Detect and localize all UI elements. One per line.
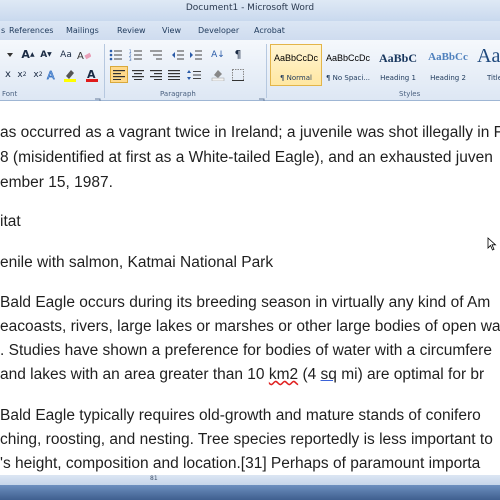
bullets-icon[interactable]	[108, 47, 124, 62]
style-title[interactable]: Aa Title	[472, 44, 500, 86]
style-sample: AaBbC	[378, 51, 417, 65]
tab-review[interactable]: Review	[117, 26, 146, 35]
doc-line: 's height, composition and location.[31]…	[0, 455, 480, 473]
title-bar: Document1 - Microsoft Word	[0, 0, 500, 21]
doc-line: . Studies have shown a preference for bo…	[0, 342, 492, 360]
mouse-cursor-icon	[487, 236, 497, 255]
paragraph-group-label: Paragraph	[160, 90, 196, 98]
tab-developer[interactable]: Developer	[198, 26, 239, 35]
doc-line: 8 (misidentified at first as a White-tai…	[0, 149, 493, 167]
text-run: . Studies have shown a preference for bo…	[0, 342, 492, 359]
spelling-error[interactable]: km2	[269, 366, 298, 383]
multilevel-list-icon[interactable]	[148, 47, 164, 62]
text-run: itat	[0, 213, 21, 230]
ribbon-tabs: s References Mailings Review View Develo…	[0, 21, 500, 41]
doc-line: itat	[0, 213, 21, 231]
borders-icon[interactable]	[230, 67, 246, 82]
tab-mailings[interactable]: Mailings	[66, 26, 99, 35]
grow-font-icon[interactable]: A ▲	[20, 47, 36, 62]
align-left-icon[interactable]	[110, 66, 128, 83]
doc-line: as occurred as a vagrant twice in Irelan…	[0, 124, 500, 142]
font-group-label: Font	[2, 90, 18, 98]
tab-insert[interactable]: s	[1, 26, 5, 35]
document-page[interactable]: as occurred as a vagrant twice in Irelan…	[0, 101, 500, 475]
text-run: as occurred as a vagrant twice in Irelan…	[0, 124, 500, 141]
grammar-flag[interactable]: sq	[321, 366, 337, 383]
style-sample: Aa	[477, 45, 500, 67]
ribbon: A ▲ A ▼ Aa A x x2 x2 A A Font 123 A↓ ¶ P…	[0, 40, 500, 104]
text-run: mi) are optimal for br	[336, 366, 485, 383]
style-sample: AaBbCcDc	[273, 53, 318, 63]
text-run: Bald Eagle occurs during its breeding se…	[0, 294, 491, 311]
style-sample: AaBbCcDc	[325, 53, 370, 63]
doc-line: Bald Eagle typically requires old-growth…	[0, 407, 481, 425]
justify-icon[interactable]	[166, 67, 182, 82]
paragraph-dialog-launcher-icon[interactable]	[258, 90, 265, 104]
svg-text:A: A	[47, 69, 55, 81]
sort-icon[interactable]: A↓	[210, 47, 226, 62]
style-name: ¶ Normal	[279, 74, 312, 82]
subscript-icon[interactable]: x2	[14, 67, 30, 82]
font-size-dropdown-icon[interactable]	[2, 47, 18, 62]
text-run: ember 15, 1987.	[0, 174, 113, 191]
style-sample: AaBbCc	[428, 51, 468, 63]
line-spacing-icon[interactable]	[186, 67, 202, 82]
align-right-icon[interactable]	[148, 67, 164, 82]
shading-icon[interactable]	[210, 67, 226, 82]
change-case-icon[interactable]: Aa	[58, 47, 74, 62]
text-run: 's height, composition and location.[31]…	[0, 455, 481, 472]
group-divider	[266, 44, 267, 98]
doc-line: and lakes with an area greater than 10 k…	[0, 366, 484, 384]
align-center-icon[interactable]	[130, 67, 146, 82]
doc-line: eacoasts, rivers, large lakes or marshes…	[0, 318, 500, 336]
status-bar: 81	[0, 475, 500, 485]
decrease-indent-icon[interactable]	[170, 47, 186, 62]
taskbar	[0, 485, 500, 500]
text-run: eacoasts, rivers, large lakes or marshes…	[0, 318, 500, 335]
svg-text:3: 3	[129, 57, 132, 61]
group-divider	[104, 44, 105, 98]
doc-line: enile with salmon, Katmai National Park	[0, 254, 273, 272]
style-name: Heading 2	[430, 74, 466, 82]
text-run: enile with salmon, Katmai National Park	[0, 254, 274, 271]
style-normal[interactable]: AaBbCcDc ¶ Normal	[270, 44, 322, 86]
styles-group-label: Styles	[399, 90, 421, 98]
doc-line: ching, roosting, and nesting. Tree speci…	[0, 431, 493, 449]
style-no-spacing[interactable]: AaBbCcDc ¶ No Spaci...	[322, 44, 374, 86]
numbering-icon[interactable]: 123	[128, 47, 144, 62]
show-formatting-marks-icon[interactable]: ¶	[230, 47, 246, 62]
style-heading-2[interactable]: AaBbCc Heading 2	[422, 44, 474, 86]
window-title: Document1 - Microsoft Word	[185, 3, 315, 13]
doc-line: ember 15, 1987.	[0, 174, 113, 192]
tab-acrobat[interactable]: Acrobat	[254, 26, 285, 35]
text-run: 8 (misidentified at first as a White-tai…	[0, 149, 493, 166]
tab-view[interactable]: View	[162, 26, 181, 35]
text-run: ching, roosting, and nesting. Tree speci…	[0, 431, 493, 448]
shrink-font-icon[interactable]: A ▼	[38, 47, 54, 62]
increase-indent-icon[interactable]	[188, 47, 204, 62]
font-dialog-launcher-icon[interactable]	[94, 90, 101, 104]
text-run: and lakes with an area greater than 10	[0, 366, 269, 383]
style-heading-1[interactable]: AaBbC Heading 1	[372, 44, 424, 86]
style-name: Heading 1	[380, 74, 416, 82]
text-run: Bald Eagle typically requires old-growth…	[0, 407, 481, 424]
clear-formatting-icon[interactable]: A	[76, 47, 92, 62]
style-name: ¶ No Spaci...	[325, 74, 371, 82]
text-effects-icon[interactable]: A	[44, 67, 60, 82]
svg-text:A: A	[77, 51, 84, 61]
doc-line: Bald Eagle occurs during its breeding se…	[0, 294, 490, 312]
font-color-icon[interactable]: A	[84, 67, 100, 82]
highlight-color-icon[interactable]	[62, 67, 78, 82]
tab-references[interactable]: References	[9, 26, 53, 35]
text-run: (4	[298, 366, 321, 383]
status-text: 81	[150, 475, 158, 482]
style-name: Title	[487, 74, 500, 82]
